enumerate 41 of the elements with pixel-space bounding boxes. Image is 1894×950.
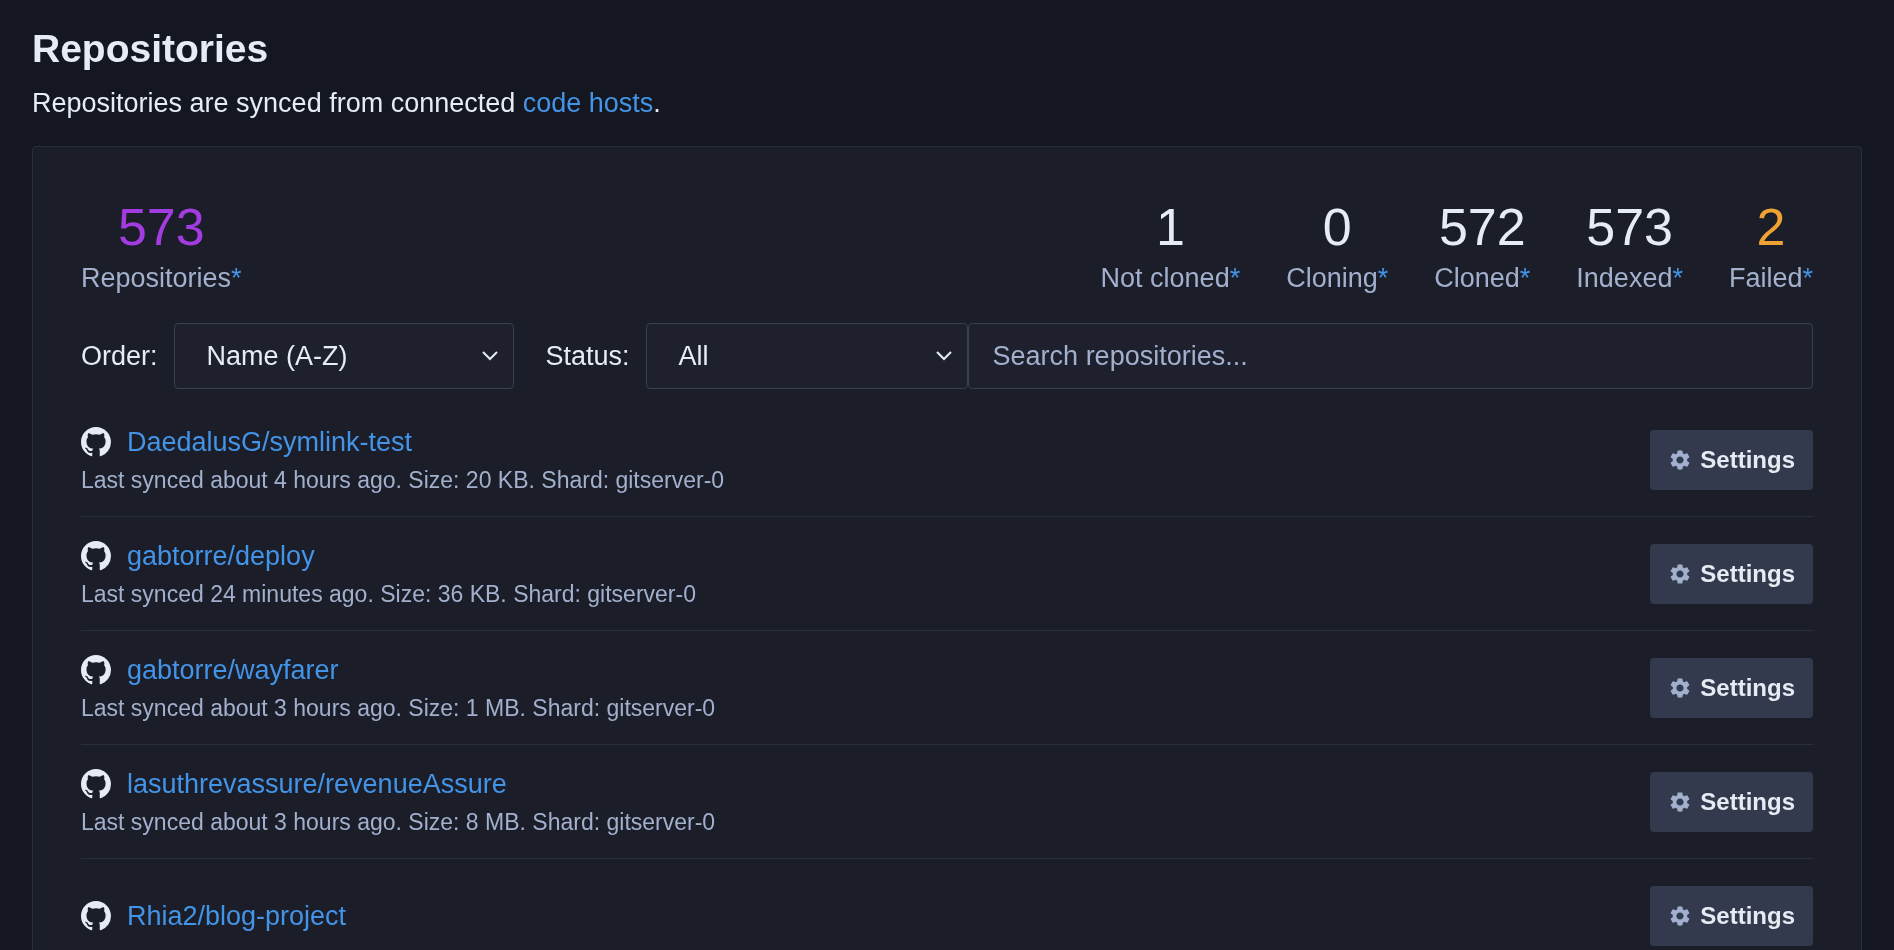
- repository-link[interactable]: Rhia2/blog-project: [127, 898, 347, 933]
- code-hosts-link[interactable]: code hosts: [522, 88, 654, 118]
- chevron-down-icon: [480, 350, 499, 362]
- order-label: Order:: [81, 340, 158, 372]
- page-description: Repositories are synced from connected code hosts.: [32, 87, 662, 120]
- github-icon: [81, 769, 111, 799]
- order-select[interactable]: Name (A-Z): [173, 323, 514, 389]
- stat-value: 0: [1322, 197, 1352, 257]
- stat-label: Cloned*: [1434, 262, 1531, 295]
- github-icon: [81, 655, 111, 685]
- repository-link[interactable]: gabtorre/wayfarer: [127, 653, 339, 687]
- stat-label: Failed*: [1728, 262, 1813, 295]
- chevron-down-icon: [934, 350, 953, 362]
- settings-button[interactable]: Settings: [1650, 543, 1813, 604]
- repository-meta: Last synced about 4 hours ago. Size: 20 KB. Shard: gitserver-0: [81, 467, 725, 494]
- github-icon: [81, 900, 111, 931]
- stat-value: 573: [1586, 197, 1673, 257]
- status-select[interactable]: All: [645, 323, 968, 389]
- settings-button[interactable]: Settings: [1650, 429, 1813, 490]
- stat-value: 572: [1438, 197, 1526, 257]
- stat-label: Cloning*: [1286, 262, 1389, 295]
- repository-meta: Last synced about 3 hours ago. Size: 8 MB. Shard: gitserver-0: [81, 809, 716, 836]
- settings-button[interactable]: Settings: [1650, 885, 1813, 946]
- github-icon: [81, 427, 111, 457]
- repository-link[interactable]: lasuthrevassure/revenueAssure: [127, 767, 507, 801]
- github-icon: [81, 541, 111, 571]
- repository-link[interactable]: DaedalusG/symlink-test: [127, 425, 413, 459]
- repository-meta: Last synced about 3 hours ago. Size: 1 MB. Shard: gitserver-0: [81, 695, 716, 722]
- stat-value: 2: [1756, 197, 1786, 257]
- settings-button[interactable]: Settings: [1650, 771, 1813, 832]
- stat-label: Repositories*: [81, 262, 242, 295]
- stat-label: Indexed*: [1576, 262, 1683, 295]
- stat-label: Not cloned*: [1100, 262, 1241, 295]
- stat-value: 573: [117, 197, 205, 257]
- status-label: Status:: [545, 340, 630, 372]
- page-title: Repositories: [32, 26, 270, 72]
- search-field[interactable]: Search repositories...: [967, 323, 1813, 389]
- repository-link[interactable]: gabtorre/deploy: [127, 539, 315, 573]
- repository-meta: Last synced 24 minutes ago. Size: 36 KB. Shard: gitserver-0: [81, 581, 696, 608]
- settings-button[interactable]: Settings: [1650, 657, 1813, 718]
- stat-value: 1: [1155, 197, 1185, 257]
